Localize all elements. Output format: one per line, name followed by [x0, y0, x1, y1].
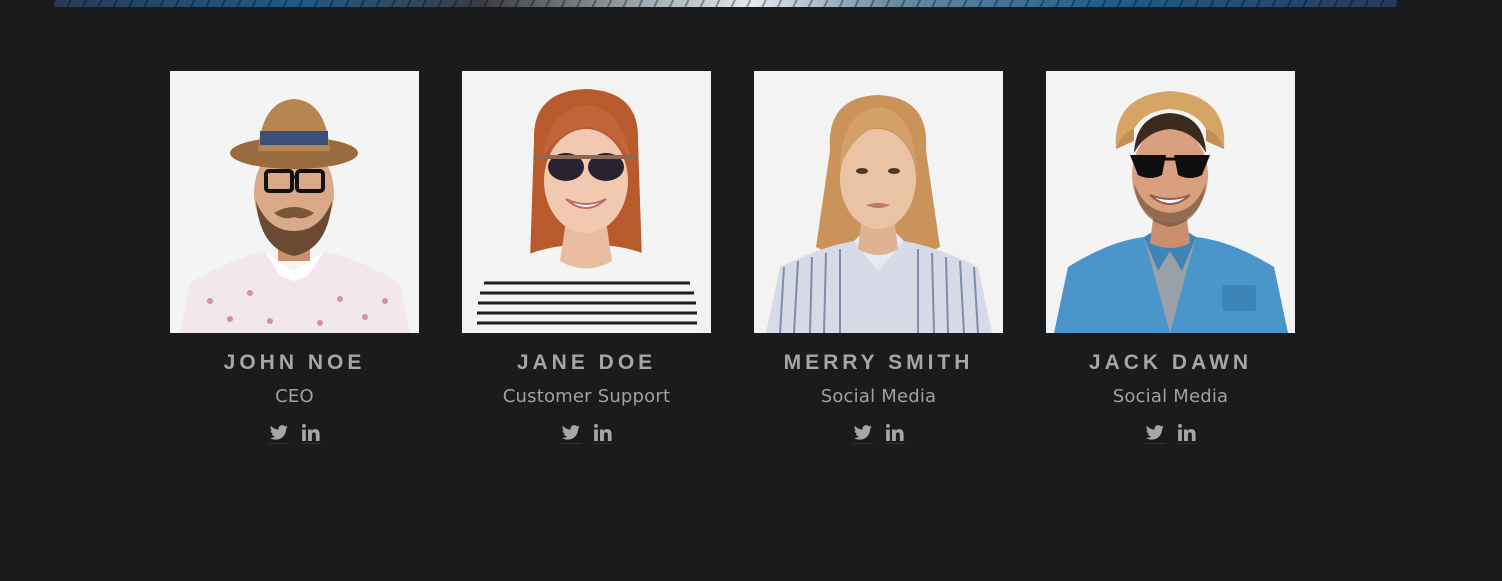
- social-links: [462, 421, 711, 444]
- member-name: Jack Dawn: [1088, 351, 1253, 374]
- member-role: Customer Support: [502, 386, 671, 407]
- linkedin-icon: [1177, 423, 1196, 441]
- member-photo: [1046, 71, 1295, 333]
- linkedin-link[interactable]: [1176, 421, 1197, 444]
- member-name: Jane Doe: [516, 351, 657, 374]
- member-photo: [462, 71, 711, 333]
- twitter-icon: [1145, 424, 1164, 440]
- linkedin-link[interactable]: [592, 421, 613, 444]
- member-photo: [170, 71, 419, 333]
- twitter-link[interactable]: [268, 421, 289, 444]
- twitter-link[interactable]: [560, 421, 581, 444]
- member-photo: [754, 71, 1003, 333]
- linkedin-icon: [301, 423, 320, 441]
- linkedin-link[interactable]: [300, 421, 321, 444]
- social-links: [170, 421, 419, 444]
- team-member-card: John Noe CEO: [170, 71, 419, 444]
- twitter-link[interactable]: [852, 421, 873, 444]
- team-member-card: Jack Dawn Social Media: [1046, 71, 1295, 444]
- member-role: Social Media: [1112, 386, 1229, 407]
- social-links: [1046, 421, 1295, 444]
- member-name: Merry Smith: [783, 351, 974, 374]
- twitter-icon: [853, 424, 872, 440]
- header-banner-image: [54, 0, 1397, 7]
- member-role: Social Media: [820, 386, 937, 407]
- linkedin-icon: [593, 423, 612, 441]
- linkedin-link[interactable]: [884, 421, 905, 444]
- twitter-link[interactable]: [1144, 421, 1165, 444]
- linkedin-icon: [885, 423, 904, 441]
- member-name: John Noe: [223, 351, 366, 374]
- social-links: [754, 421, 1003, 444]
- twitter-icon: [269, 424, 288, 440]
- team-member-card: Merry Smith Social Media: [754, 71, 1003, 444]
- member-role: CEO: [275, 386, 314, 407]
- team-member-card: Jane Doe Customer Support: [462, 71, 711, 444]
- twitter-icon: [561, 424, 580, 440]
